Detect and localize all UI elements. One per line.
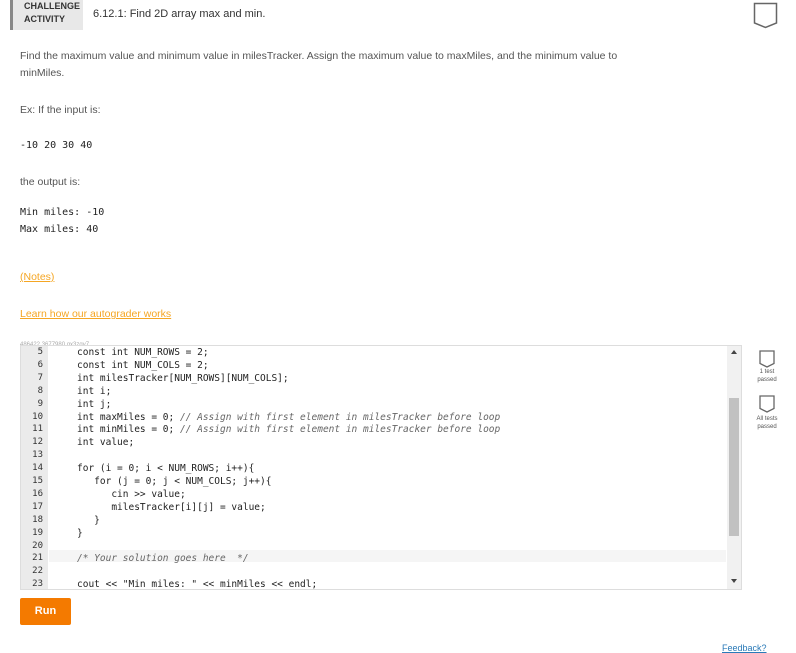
run-button[interactable]: Run xyxy=(20,598,71,625)
all-tests-label: All tests xyxy=(756,416,778,422)
code-line[interactable]: int value; xyxy=(77,437,134,448)
prompt-line1: Find the maximum value and minimum value… xyxy=(20,50,618,62)
all-tests-passed-label: passed xyxy=(757,424,777,430)
editor-scrollbar[interactable] xyxy=(727,346,741,589)
line-number: 17 xyxy=(32,501,43,512)
code-line[interactable]: int maxMiles = 0; // Assign with first e… xyxy=(77,412,500,423)
code-line[interactable]: const int NUM_ROWS = 2; xyxy=(77,347,209,358)
line-number: 12 xyxy=(32,437,43,448)
activity-header: CHALLENGE ACTIVITY 6.12.1: Find 2D array… xyxy=(0,0,796,32)
line-number: 22 xyxy=(32,566,43,577)
completion-seal-icon xyxy=(753,2,778,29)
example-label: Ex: If the input is: xyxy=(20,104,101,116)
code-line[interactable]: const int NUM_COLS = 2; xyxy=(77,360,209,371)
line-number: 15 xyxy=(32,476,43,486)
code-line[interactable]: int j; xyxy=(77,399,111,410)
code-line[interactable]: int i; xyxy=(77,386,111,397)
line-number: 23 xyxy=(32,579,43,590)
code-editor[interactable]: 5 const int NUM_ROWS = 2; 6 const int NUM_C… xyxy=(20,345,742,590)
code-line[interactable]: for (j = 0; j < NUM_COLS; j++){ xyxy=(77,476,271,487)
line-number: 6 xyxy=(37,359,43,370)
badge-line1: CHALLENGE xyxy=(24,1,80,11)
prompt-line2: minMiles. xyxy=(20,67,65,79)
line-number: 14 xyxy=(32,463,43,474)
line-number: 8 xyxy=(37,385,43,396)
line-number: 9 xyxy=(37,398,43,409)
line-number: 18 xyxy=(32,514,43,525)
scroll-down-icon[interactable] xyxy=(731,579,737,583)
code-comment: /* Your solution goes here */ xyxy=(77,553,249,565)
code-line[interactable]: milesTracker[i][j] = value; xyxy=(77,502,265,513)
notes-link[interactable]: (Notes) xyxy=(20,271,54,283)
code-line[interactable]: int minMiles = 0; // Assign with first e… xyxy=(77,424,500,435)
badge-line2: ACTIVITY xyxy=(24,14,66,24)
code-line[interactable]: /* Your solution goes here */ xyxy=(77,553,249,564)
challenge-badge: CHALLENGE ACTIVITY xyxy=(10,0,83,30)
line-number: 19 xyxy=(32,527,43,538)
scroll-up-icon[interactable] xyxy=(731,350,737,354)
output-line2: Max miles: 40 xyxy=(20,224,99,235)
test-seal-icon xyxy=(759,350,775,368)
example-input: -10 20 30 40 xyxy=(20,140,93,151)
code-comment: // Assign with first element in milesTra… xyxy=(179,424,501,436)
line-number: 11 xyxy=(32,424,43,435)
line-number: 20 xyxy=(32,540,43,551)
code-line[interactable]: int milesTracker[NUM_ROWS][NUM_COLS]; xyxy=(77,373,289,384)
line-number: 5 xyxy=(37,347,43,357)
code-line[interactable]: } xyxy=(77,528,83,539)
code-comment: // Assign with first element in milesTra… xyxy=(179,411,501,423)
code-line[interactable]: } xyxy=(77,515,100,526)
code-line[interactable]: cout << "Min miles: " << minMiles << end… xyxy=(77,579,317,589)
autograder-link[interactable]: Learn how our autograder works xyxy=(20,308,171,320)
line-number: 16 xyxy=(32,488,43,499)
line-number: 21 xyxy=(32,553,43,564)
output-line1: Min miles: -10 xyxy=(20,207,105,218)
one-test-label: 1 test xyxy=(759,369,775,375)
code-line[interactable]: cin >> value; xyxy=(77,489,185,500)
line-number: 10 xyxy=(32,411,43,422)
line-number: 13 xyxy=(32,450,43,461)
output-label: the output is: xyxy=(20,176,81,188)
all-tests-seal-icon xyxy=(759,395,775,413)
line-number: 7 xyxy=(37,372,43,383)
feedback-link[interactable]: Feedback? xyxy=(722,643,767,653)
scrollbar-thumb[interactable] xyxy=(729,398,739,536)
activity-title: 6.12.1: Find 2D array max and min. xyxy=(93,8,266,20)
code-line[interactable]: for (i = 0; i < NUM_ROWS; i++){ xyxy=(77,463,254,474)
one-test-passed-label: passed xyxy=(757,377,777,383)
